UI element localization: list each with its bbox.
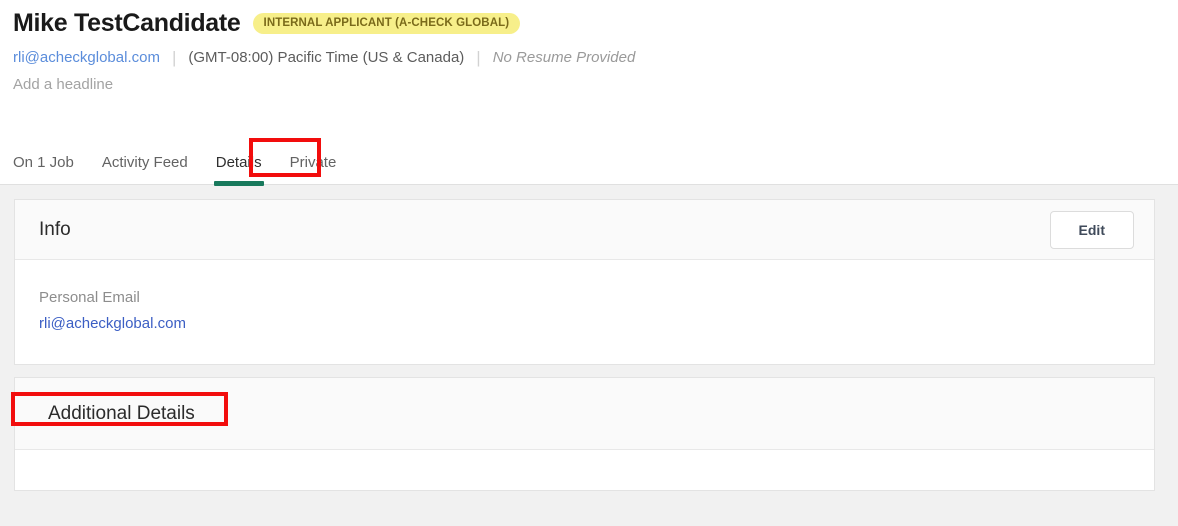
additional-details-card-title: Additional Details	[48, 403, 195, 424]
tab-private[interactable]: Private	[290, 154, 337, 184]
info-card-header: Info Edit	[15, 200, 1154, 260]
profile-header: Mike TestCandidate INTERNAL APPLICANT (A…	[0, 0, 1178, 186]
additional-details-card-body	[15, 450, 1154, 490]
personal-email-value[interactable]: rli@acheckglobal.com	[39, 315, 186, 332]
info-card-body: Personal Email rli@acheckglobal.com	[15, 260, 1154, 364]
tab-on-1-job[interactable]: On 1 Job	[13, 154, 74, 184]
meta-separator: |	[476, 47, 481, 67]
tab-details[interactable]: Details	[213, 154, 264, 186]
header-email-link[interactable]: rli@acheckglobal.com	[13, 49, 160, 66]
headline-input[interactable]: Add a headline	[13, 76, 113, 96]
resume-status-text: No Resume Provided	[492, 48, 636, 66]
personal-email-label: Personal Email	[39, 289, 140, 306]
page-title: Mike TestCandidate	[13, 9, 241, 37]
name-row: Mike TestCandidate INTERNAL APPLICANT (A…	[13, 0, 1178, 37]
additional-details-card-header: Additional Details	[11, 378, 1154, 450]
info-card: Info Edit Personal Email rli@acheckgloba…	[14, 199, 1155, 365]
meta-separator: |	[171, 47, 177, 67]
main-content: Info Edit Personal Email rli@acheckgloba…	[0, 185, 1178, 491]
status-badge: INTERNAL APPLICANT (A-CHECK GLOBAL)	[252, 12, 521, 34]
tab-bar: On 1 Job Activity Feed Details Private	[13, 138, 337, 186]
info-card-title: Info	[39, 219, 71, 240]
meta-row: rli@acheckglobal.com | (GMT-08:00) Pacif…	[13, 46, 1178, 68]
edit-button[interactable]: Edit	[1049, 210, 1134, 249]
tab-activity-feed[interactable]: Activity Feed	[102, 154, 188, 184]
additional-details-card: Additional Details	[11, 377, 1155, 491]
timezone-text: (GMT-08:00) Pacific Time (US & Canada)	[188, 48, 465, 66]
